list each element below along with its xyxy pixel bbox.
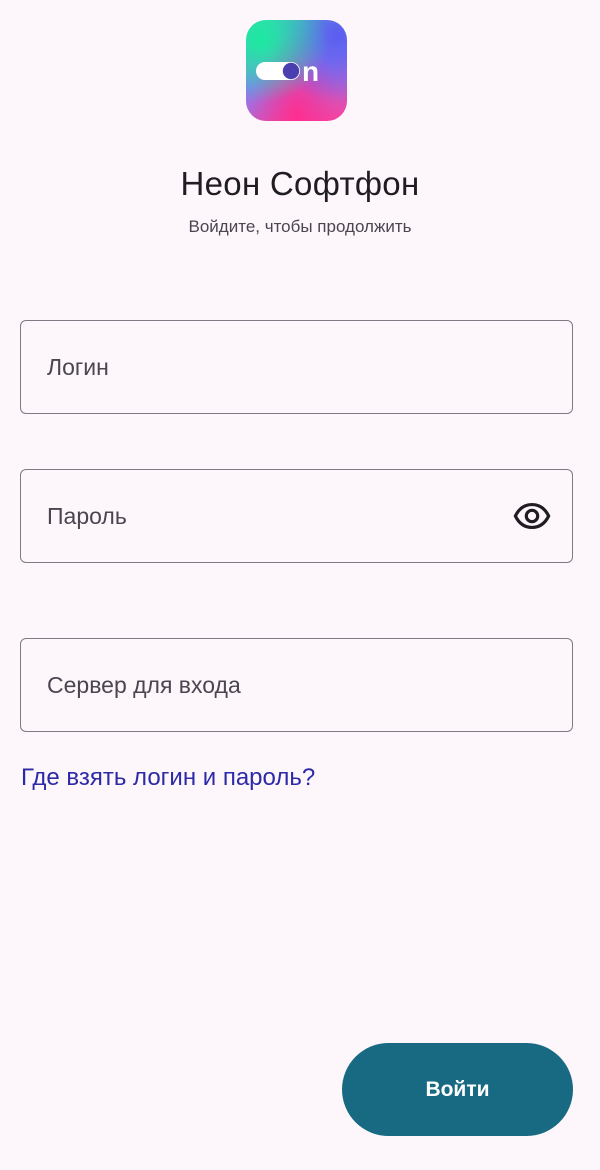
login-field[interactable] — [20, 320, 573, 414]
eye-icon — [513, 503, 551, 529]
login-button[interactable]: Войти — [342, 1043, 573, 1136]
help-link[interactable]: Где взять логин и пароль? — [21, 764, 315, 792]
app-title: Неон Софтфон — [180, 165, 420, 202]
svg-text:n: n — [302, 56, 319, 86]
app-logo: n — [246, 20, 347, 121]
login-screen: n Неон Софтфон Войдите, чтобы продолжить… — [0, 0, 600, 1170]
server-input[interactable] — [21, 639, 572, 731]
server-field[interactable] — [20, 638, 573, 732]
password-field[interactable] — [20, 469, 573, 563]
password-input[interactable] — [21, 470, 572, 562]
neon-on-toggle-icon: n — [256, 56, 319, 86]
app-subtitle: Войдите, чтобы продолжить — [188, 217, 412, 236]
login-input[interactable] — [21, 321, 572, 413]
show-password-button[interactable] — [512, 496, 552, 536]
